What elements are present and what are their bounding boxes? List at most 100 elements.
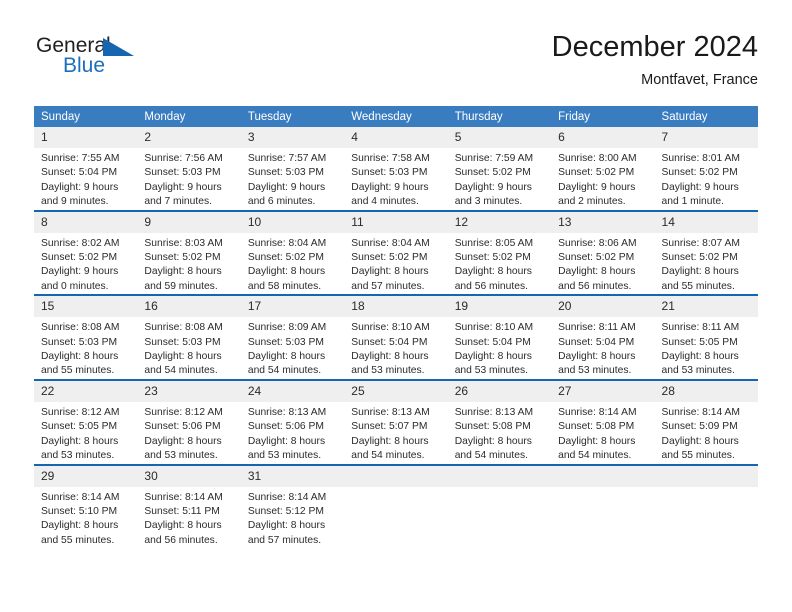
day-details: Sunrise: 8:13 AM Sunset: 5:08 PM Daylight:… [448, 402, 551, 464]
day-daylight2-text: and 58 minutes. [247, 280, 322, 292]
day-daylight1-text: Daylight: 8 hours [41, 520, 119, 532]
day-number: 11 [344, 211, 448, 233]
calendar-day-cell[interactable]: 19 Sunrise: 8:10 AM Sunset: 5:04 PM Dayligh… [447, 294, 552, 380]
calendar-day-cell[interactable]: 29 Sunrise: 8:14 AM Sunset: 5:10 PM Dayligh… [34, 463, 138, 549]
calendar-day-cell[interactable]: 5 Sunrise: 7:59 AM Sunset: 5:02 PM Daylight… [447, 127, 552, 211]
calendar-week-row: 29 Sunrise: 8:14 AM Sunset: 5:10 PM Dayligh… [34, 463, 758, 549]
day-number: 2 [137, 127, 241, 148]
day-daylight1-text: Daylight: 8 hours [351, 266, 429, 278]
calendar-day-cell[interactable]: 15 Sunrise: 8:08 AM Sunset: 5:03 PM Dayligh… [34, 294, 138, 380]
day-sunrise-text: Sunrise: 8:00 AM [558, 153, 637, 164]
calendar-day-cell[interactable]: 10 Sunrise: 8:04 AM Sunset: 5:02 PM Dayligh… [240, 209, 345, 296]
day-sunrise-text: Sunrise: 8:13 AM [351, 406, 430, 418]
day-sunrise-text: Sunrise: 8:11 AM [661, 322, 740, 334]
day-number: 1 [34, 127, 138, 148]
calendar-day-cell[interactable]: 23 Sunrise: 8:12 AM Sunset: 5:06 PM Dayligh… [137, 378, 241, 465]
calendar-day-cell[interactable]: 12 Sunrise: 8:05 AM Sunset: 5:02 PM Dayligh… [447, 209, 552, 296]
day-number: 5 [447, 127, 552, 148]
day-sunset-text: Sunset: 5:06 PM [144, 421, 221, 433]
calendar-day-cell[interactable]: 14 Sunrise: 8:07 AM Sunset: 5:02 PM Dayligh… [654, 209, 758, 296]
calendar-week-row: 22 Sunrise: 8:12 AM Sunset: 5:05 PM Dayligh… [34, 378, 758, 465]
page-title: December 2024 [551, 31, 758, 63]
day-sunrise-text: Sunrise: 8:02 AM [41, 237, 120, 249]
day-daylight1-text: Daylight: 9 hours [144, 181, 222, 193]
day-daylight2-text: and 53 minutes. [144, 450, 218, 462]
calendar-day-cell[interactable]: 22 Sunrise: 8:12 AM Sunset: 5:05 PM Dayligh… [34, 378, 138, 465]
day-daylight1-text: Daylight: 8 hours [144, 520, 222, 532]
day-sunrise-text: Sunrise: 7:58 AM [351, 153, 430, 164]
calendar-day-cell[interactable]: 3 Sunrise: 7:57 AM Sunset: 5:03 PM Daylight… [240, 127, 345, 211]
calendar-day-cell[interactable]: 6 Sunrise: 8:00 AM Sunset: 5:02 PM Daylight… [551, 127, 655, 211]
day-sunrise-text: Sunrise: 8:13 AM [454, 406, 534, 418]
day-daylight1-text: Daylight: 9 hours [558, 181, 636, 193]
day-number: 29 [34, 465, 138, 487]
day-sunrise-text: Sunrise: 8:13 AM [247, 406, 327, 418]
calendar-day-cell[interactable]: 1 Sunrise: 7:55 AM Sunset: 5:04 PM Daylight… [34, 127, 138, 211]
calendar-week-row: 1 Sunrise: 7:55 AM Sunset: 5:04 PM Daylight… [34, 127, 758, 211]
day-details: Sunrise: 7:56 AM Sunset: 5:03 PM Daylight:… [137, 148, 240, 210]
calendar-day-cell[interactable]: 13 Sunrise: 8:06 AM Sunset: 5:02 PM Dayligh… [551, 209, 655, 296]
calendar-day-cell[interactable]: 18 Sunrise: 8:10 AM Sunset: 5:04 PM Dayligh… [344, 294, 448, 380]
day-number: 13 [551, 211, 655, 233]
day-daylight2-text: and 56 minutes. [454, 280, 528, 292]
day-sunrise-text: Sunrise: 8:14 AM [661, 406, 740, 418]
day-daylight1-text: Daylight: 8 hours [454, 351, 532, 363]
day-daylight1-text: Daylight: 9 hours [41, 266, 119, 278]
day-daylight2-text: and 6 minutes. [247, 196, 316, 208]
calendar-day-cell[interactable]: 2 Sunrise: 7:56 AM Sunset: 5:03 PM Daylight… [137, 127, 241, 211]
day-number: 6 [551, 127, 655, 148]
calendar-day-cell[interactable]: 4 Sunrise: 7:58 AM Sunset: 5:03 PM Daylight… [344, 127, 448, 211]
day-daylight2-text: and 9 minutes. [41, 196, 109, 208]
day-number: 8 [34, 211, 138, 233]
weekday-header-sunday: Sunday [34, 106, 138, 127]
calendar-day-cell[interactable]: 8 Sunrise: 8:02 AM Sunset: 5:02 PM Daylight… [34, 209, 138, 296]
calendar-table: Sunday Monday Tuesday Wednesday Thursday Frid… [34, 106, 758, 549]
calendar-day-cell[interactable]: 17 Sunrise: 8:09 AM Sunset: 5:03 PM Dayligh… [240, 294, 345, 380]
day-daylight1-text: Daylight: 9 hours [661, 181, 739, 193]
day-daylight1-text: Daylight: 8 hours [661, 351, 739, 363]
calendar-day-cell[interactable]: 30 Sunrise: 8:14 AM Sunset: 5:11 PM Dayligh… [137, 463, 241, 549]
day-sunrise-text: Sunrise: 7:56 AM [144, 153, 223, 164]
calendar-day-cell[interactable]: 7 Sunrise: 8:01 AM Sunset: 5:02 PM Daylight… [654, 127, 758, 211]
day-details: Sunrise: 8:14 AM Sunset: 5:08 PM Daylight:… [551, 402, 654, 464]
day-details: Sunrise: 8:12 AM Sunset: 5:06 PM Daylight:… [137, 402, 240, 464]
weekday-header-wednesday: Wednesday [344, 106, 448, 127]
day-number: 22 [34, 380, 138, 402]
day-sunset-text: Sunset: 5:08 PM [558, 421, 635, 433]
calendar-day-cell[interactable]: 9 Sunrise: 8:03 AM Sunset: 5:02 PM Daylight… [137, 209, 241, 296]
calendar-day-cell[interactable]: 16 Sunrise: 8:08 AM Sunset: 5:03 PM Dayligh… [137, 294, 241, 380]
day-details: Sunrise: 8:10 AM Sunset: 5:04 PM Daylight:… [344, 317, 447, 379]
day-sunset-text: Sunset: 5:04 PM [351, 336, 428, 348]
calendar-day-cell[interactable]: 25 Sunrise: 8:13 AM Sunset: 5:07 PM Dayligh… [344, 378, 448, 465]
general-blue-logo[interactable]: General Blue [34, 34, 234, 92]
calendar-day-cell[interactable]: 20 Sunrise: 8:11 AM Sunset: 5:04 PM Dayligh… [551, 294, 655, 380]
calendar-day-cell[interactable]: 21 Sunrise: 8:11 AM Sunset: 5:05 PM Dayligh… [654, 294, 758, 380]
day-daylight2-text: and 56 minutes. [558, 280, 632, 292]
calendar-day-cell[interactable]: 26 Sunrise: 8:13 AM Sunset: 5:08 PM Dayligh… [447, 378, 552, 465]
day-sunrise-text: Sunrise: 8:12 AM [144, 406, 223, 418]
title-block: December 2024 Montfavet, France [552, 30, 758, 90]
weekday-header-monday: Monday [137, 106, 241, 127]
day-sunset-text: Sunset: 5:03 PM [144, 336, 221, 348]
weekday-header-row: Sunday Monday Tuesday Wednesday Thursday Frid… [34, 106, 758, 127]
calendar-day-cell[interactable]: 11 Sunrise: 8:04 AM Sunset: 5:02 PM Dayligh… [344, 209, 448, 296]
calendar-day-cell[interactable]: 24 Sunrise: 8:13 AM Sunset: 5:06 PM Dayligh… [240, 378, 345, 465]
day-sunset-text: Sunset: 5:04 PM [41, 167, 118, 179]
day-sunset-text: Sunset: 5:10 PM [41, 505, 118, 517]
day-sunset-text: Sunset: 5:03 PM [247, 167, 324, 179]
calendar-day-cell[interactable]: 31 Sunrise: 8:14 AM Sunset: 5:12 PM Dayligh… [240, 463, 345, 549]
day-sunset-text: Sunset: 5:05 PM [661, 336, 738, 348]
calendar-day-cell[interactable]: 28 Sunrise: 8:14 AM Sunset: 5:09 PM Dayligh… [654, 378, 758, 465]
day-sunset-text: Sunset: 5:03 PM [144, 167, 221, 179]
day-daylight1-text: Daylight: 9 hours [454, 181, 532, 193]
calendar-container: Sunday Monday Tuesday Wednesday Thursday Frid… [34, 106, 758, 549]
day-details: Sunrise: 8:14 AM Sunset: 5:10 PM Daylight:… [34, 487, 137, 549]
day-sunset-text: Sunset: 5:09 PM [661, 421, 738, 433]
day-details: Sunrise: 7:57 AM Sunset: 5:03 PM Daylight:… [241, 148, 344, 210]
day-daylight2-text: and 54 minutes. [558, 450, 632, 462]
day-number: 21 [654, 296, 758, 318]
day-sunrise-text: Sunrise: 8:10 AM [351, 322, 430, 334]
calendar-day-cell[interactable]: 27 Sunrise: 8:14 AM Sunset: 5:08 PM Dayligh… [551, 378, 655, 465]
day-sunrise-text: Sunrise: 8:14 AM [247, 491, 327, 503]
day-sunrise-text: Sunrise: 8:07 AM [661, 237, 740, 249]
